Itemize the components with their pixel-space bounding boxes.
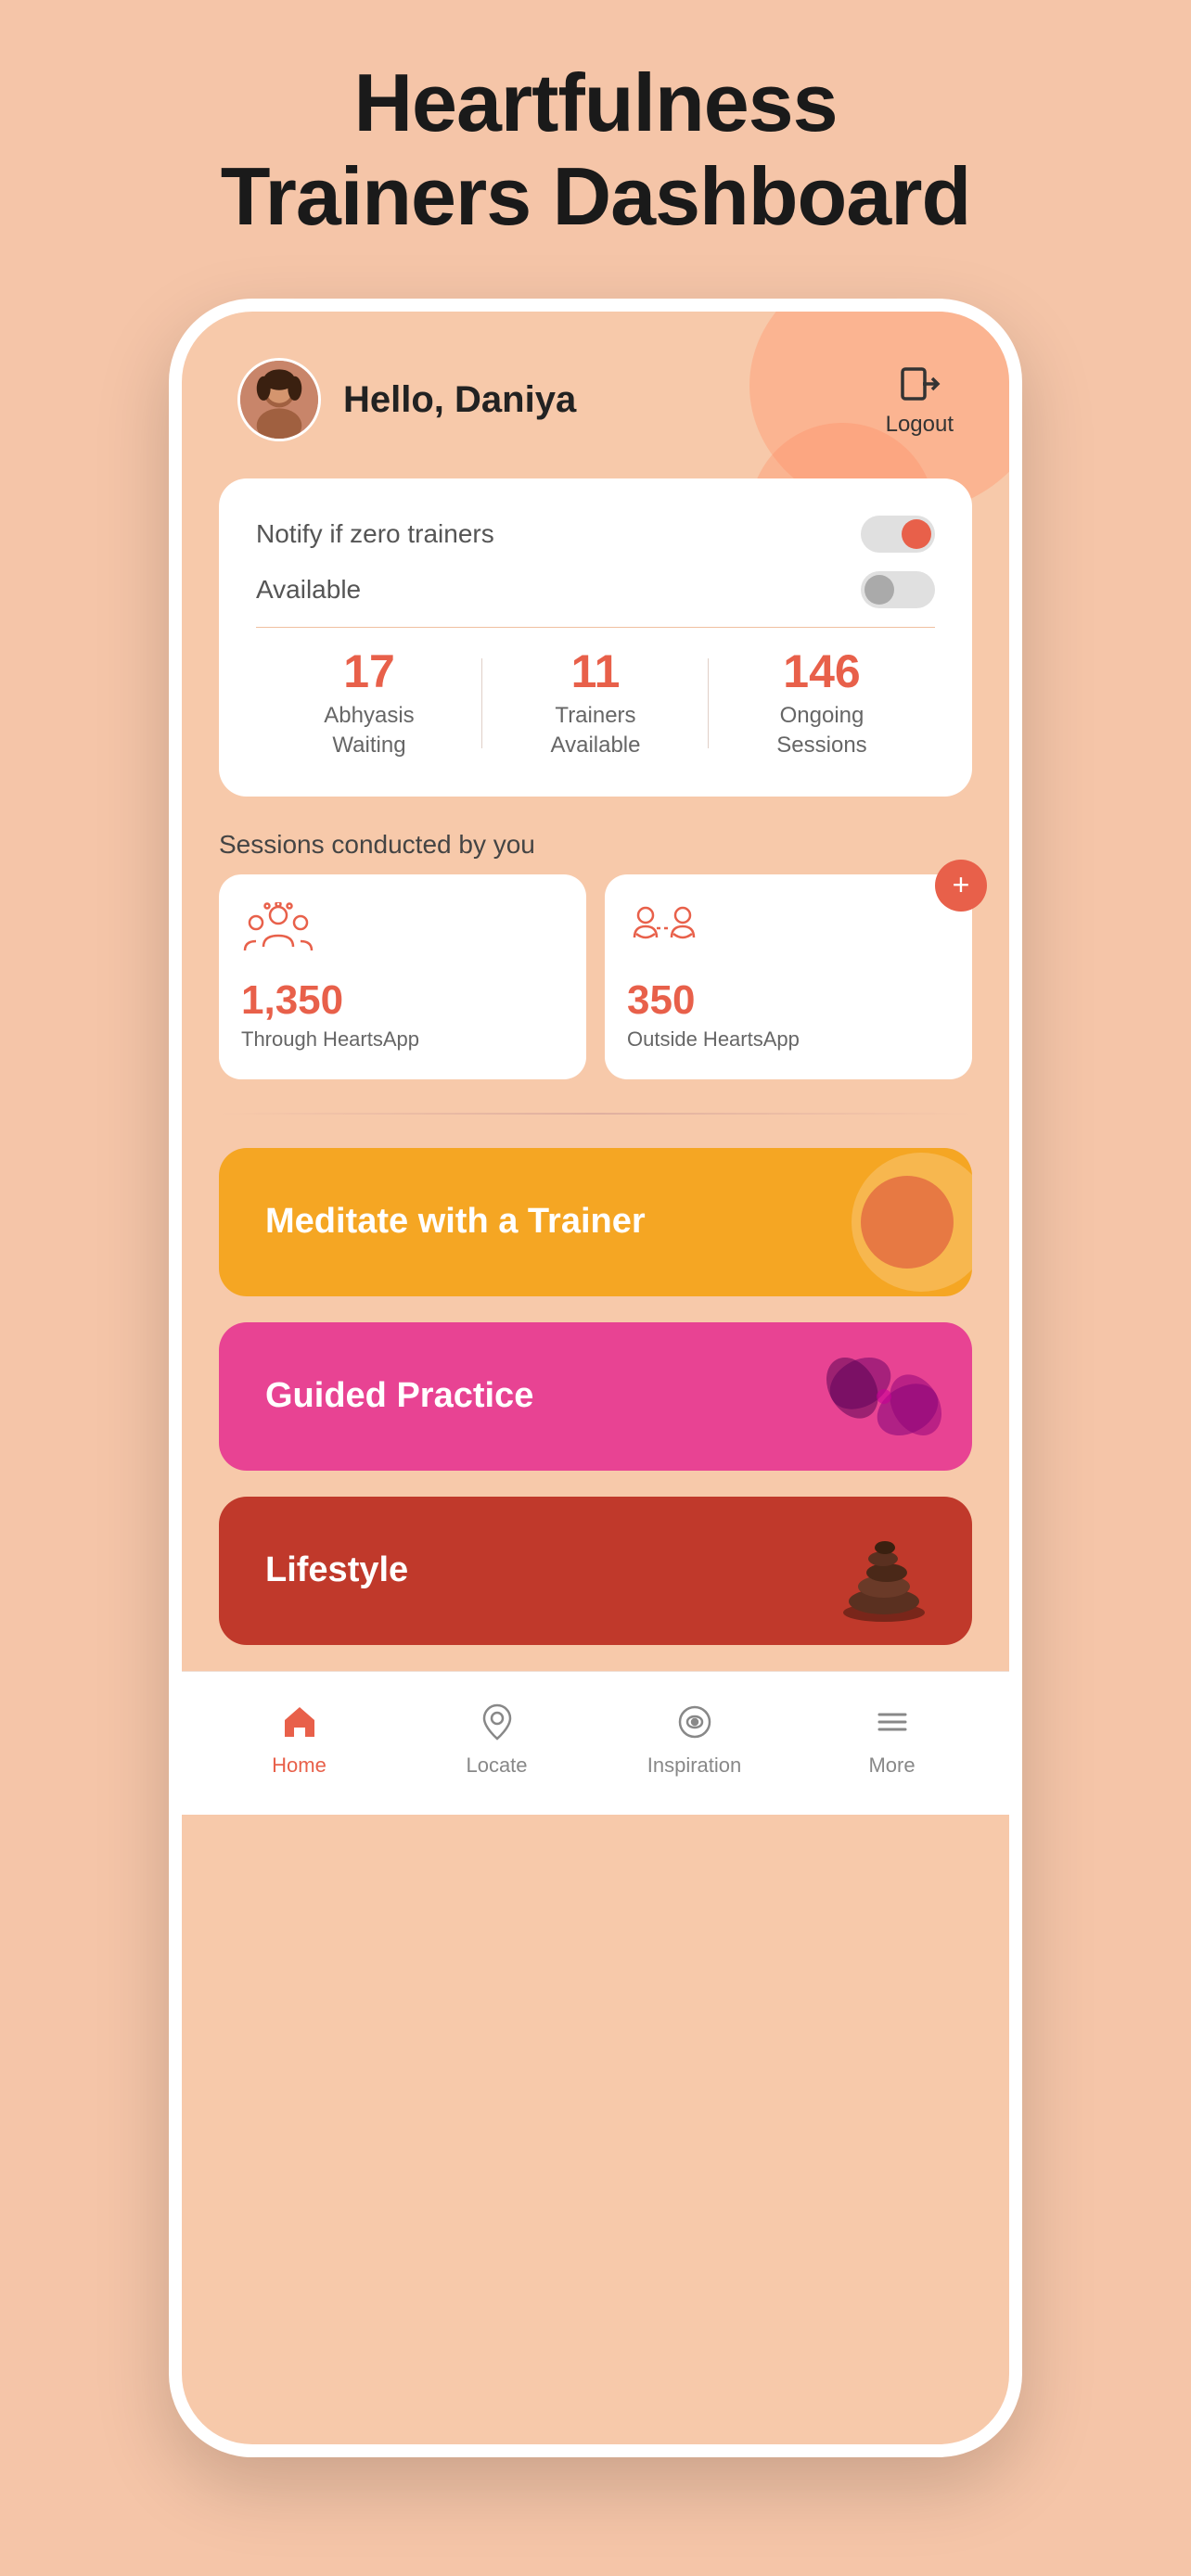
lifestyle-label: Lifestyle bbox=[265, 1550, 408, 1590]
circle-deco-inner bbox=[861, 1176, 954, 1269]
session-card-heartsapp: 1,350 Through HeartsApp bbox=[219, 874, 586, 1079]
heartsapp-icon bbox=[241, 902, 564, 977]
bottom-nav: Home Locate bbox=[182, 1671, 1009, 1815]
locate-svg bbox=[477, 1702, 518, 1742]
inspiration-svg bbox=[674, 1702, 715, 1742]
stones-decoration bbox=[833, 1512, 935, 1628]
sessions-number: 146 bbox=[709, 646, 935, 697]
home-icon bbox=[275, 1698, 324, 1746]
notify-label: Notify if zero trainers bbox=[256, 519, 494, 549]
lifestyle-card[interactable]: Lifestyle bbox=[219, 1497, 972, 1645]
meditation-pair-icon bbox=[627, 902, 701, 958]
add-outside-button[interactable]: + bbox=[935, 860, 987, 912]
stat-sessions: 146 OngoingSessions bbox=[709, 646, 935, 759]
trainers-number: 11 bbox=[482, 646, 709, 697]
phone-shell: Hello, Daniya Logout Notify if zero trai… bbox=[169, 299, 1022, 2457]
inspiration-icon bbox=[671, 1698, 719, 1746]
guided-label: Guided Practice bbox=[265, 1376, 533, 1416]
heartsapp-label: Through HeartsApp bbox=[241, 1027, 564, 1052]
session-card-outside: + 350 bbox=[605, 874, 972, 1079]
notify-toggle[interactable] bbox=[861, 516, 935, 553]
meditate-card[interactable]: Meditate with a Trainer bbox=[219, 1148, 972, 1296]
outside-label: Outside HeartsApp bbox=[627, 1027, 950, 1052]
nav-locate-label: Locate bbox=[466, 1753, 527, 1778]
locate-icon bbox=[473, 1698, 521, 1746]
stats-card: Notify if zero trainers Available 17 Abh… bbox=[219, 478, 972, 796]
abhyasis-label: AbhyasisWaiting bbox=[256, 701, 482, 759]
divider bbox=[256, 627, 935, 628]
trainers-label: TrainersAvailable bbox=[482, 701, 709, 759]
nav-locate[interactable]: Locate bbox=[398, 1698, 596, 1778]
guided-card[interactable]: Guided Practice bbox=[219, 1322, 972, 1471]
stat-trainers: 11 TrainersAvailable bbox=[482, 646, 709, 759]
home-svg bbox=[279, 1702, 320, 1742]
available-row: Available bbox=[256, 571, 935, 608]
section-divider bbox=[219, 1113, 972, 1115]
heartsapp-number: 1,350 bbox=[241, 977, 564, 1024]
notify-row: Notify if zero trainers bbox=[256, 516, 935, 553]
outside-icon bbox=[627, 902, 950, 977]
logout-button[interactable]: Logout bbox=[886, 362, 954, 438]
sessions-label: OngoingSessions bbox=[709, 701, 935, 759]
sessions-section-label: Sessions conducted by you bbox=[219, 830, 972, 860]
header-left: Hello, Daniya bbox=[237, 358, 576, 441]
nav-inspiration-label: Inspiration bbox=[647, 1753, 742, 1778]
pinwheel-icon bbox=[824, 1336, 944, 1457]
more-icon bbox=[868, 1698, 916, 1746]
avatar bbox=[237, 358, 321, 441]
abhyasis-number: 17 bbox=[256, 646, 482, 697]
meditate-decoration bbox=[805, 1148, 972, 1296]
available-toggle[interactable] bbox=[861, 571, 935, 608]
pinwheel-decoration bbox=[824, 1336, 944, 1457]
nav-inspiration[interactable]: Inspiration bbox=[596, 1698, 793, 1778]
group-icon bbox=[241, 902, 315, 958]
session-cards-container: 1,350 Through HeartsApp + bbox=[219, 874, 972, 1079]
available-label: Available bbox=[256, 575, 361, 605]
more-svg bbox=[872, 1702, 913, 1742]
logout-label: Logout bbox=[886, 412, 954, 438]
nav-home-label: Home bbox=[272, 1753, 327, 1778]
logout-icon bbox=[897, 362, 941, 406]
nav-more[interactable]: More bbox=[793, 1698, 991, 1778]
nav-home[interactable]: Home bbox=[200, 1698, 398, 1778]
avatar-image bbox=[240, 358, 318, 441]
plus-icon: + bbox=[953, 870, 970, 899]
app-header: Hello, Daniya Logout bbox=[182, 312, 1009, 469]
meditate-label: Meditate with a Trainer bbox=[265, 1202, 646, 1242]
page-title: Heartfulness Trainers Dashboard bbox=[221, 56, 971, 243]
nav-more-label: More bbox=[868, 1753, 915, 1778]
stat-abhyasis: 17 AbhyasisWaiting bbox=[256, 646, 482, 759]
stones-icon bbox=[833, 1512, 935, 1624]
greeting-text: Hello, Daniya bbox=[343, 379, 576, 421]
outside-number: 350 bbox=[627, 977, 950, 1024]
stats-row: 17 AbhyasisWaiting 11 TrainersAvailable … bbox=[256, 646, 935, 759]
